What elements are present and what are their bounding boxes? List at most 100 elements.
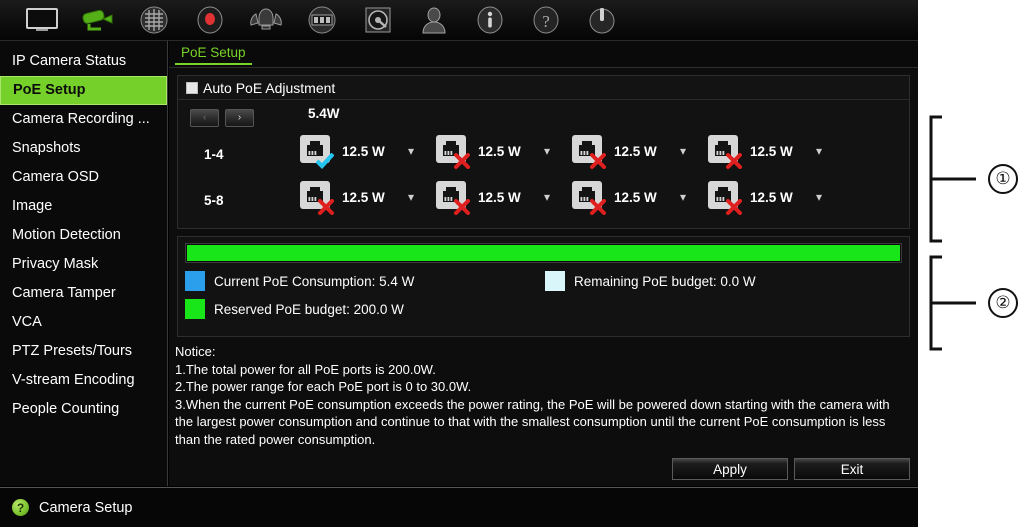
prev-page-button[interactable]: ‹ [190,109,219,127]
poe-port-disconnected-icon[interactable] [300,181,334,215]
sidebar-item-image[interactable]: Image [0,192,167,221]
legend-reserved-budget: Reserved PoE budget: 200.0 W [185,299,545,319]
settings-sidebar: IP Camera Status PoE Setup Camera Record… [0,41,168,486]
cross-mark-icon [590,199,606,215]
next-page-button[interactable]: › [225,109,254,127]
poe-ports-body: ‹ › 1-4 5-8 5.4W 12.5 W ▾ 12.5 W ▾ 12.5 … [178,100,909,228]
port-cell-6: 12.5 W ▾ [436,181,572,215]
status-bar: ? Camera Setup [0,487,918,527]
port-power-value-8: 12.5 W [750,189,793,205]
notice-block: Notice: 1.The total power for all PoE po… [169,337,918,448]
recording-icon[interactable] [182,0,238,41]
sidebar-item-motion-detection[interactable]: Motion Detection [0,221,167,250]
chevron-left-icon: ‹ [202,112,207,123]
tab-bar: PoE Setup [169,41,918,68]
content-area: PoE Setup Auto PoE Adjustment ‹ › 1-4 5-… [169,41,918,486]
chevron-down-icon[interactable]: ▾ [408,191,414,203]
exit-button[interactable]: Exit [794,458,910,480]
user-icon[interactable] [406,0,462,41]
auto-poe-adjustment-checkbox[interactable] [186,81,198,94]
annotation-number-2: ② [988,288,1018,318]
power-icon[interactable] [574,0,630,41]
tab-poe-setup[interactable]: PoE Setup [175,41,252,65]
sidebar-item-camera-osd[interactable]: Camera OSD [0,163,167,192]
port-page-nav: ‹ › [190,109,254,127]
cross-mark-icon [726,199,742,215]
help-icon[interactable]: ? [518,0,574,41]
chevron-right-icon: › [237,112,242,123]
chevron-down-icon[interactable]: ▾ [816,145,822,157]
port-row-1-4: 12.5 W ▾ 12.5 W ▾ 12.5 W ▾ 12.5 W ▾ [300,128,844,174]
poe-port-disconnected-icon[interactable] [436,135,470,169]
legend-label-current: Current PoE Consumption: 5.4 W [214,273,415,289]
poe-ports-panel: Auto PoE Adjustment ‹ › 1-4 5-8 5.4W 12.… [177,75,910,229]
auto-poe-adjustment-label: Auto PoE Adjustment [203,79,336,96]
port-range-label-1-4: 1-4 [204,147,224,162]
apply-button[interactable]: Apply [672,458,788,480]
poe-budget-legend: Current PoE Consumption: 5.4 W Remaining… [178,263,909,336]
poe-port-disconnected-icon[interactable] [572,135,606,169]
sidebar-item-vca[interactable]: VCA [0,308,167,337]
poe-port-disconnected-icon[interactable] [708,181,742,215]
annotation-bracket-1 [929,115,976,243]
chevron-down-icon[interactable]: ▾ [816,191,822,203]
port-power-value-7: 12.5 W [614,189,657,205]
poe-port-connected-icon[interactable] [300,135,334,169]
nvr-application-window: ? IP Camera Status PoE Setup Camera Reco… [0,0,918,527]
port-grid: 12.5 W ▾ 12.5 W ▾ 12.5 W ▾ 12.5 W ▾ 12.5… [300,128,844,220]
port-cell-7: 12.5 W ▾ [572,181,708,215]
chevron-down-icon[interactable]: ▾ [544,145,550,157]
port-cell-8: 12.5 W ▾ [708,181,844,215]
live-view-icon[interactable] [14,0,70,41]
sidebar-item-ip-camera-status[interactable]: IP Camera Status [0,47,167,76]
info-icon[interactable] [462,0,518,41]
playback-icon[interactable] [294,0,350,41]
sidebar-item-privacy-mask[interactable]: Privacy Mask [0,250,167,279]
legend-current-consumption: Current PoE Consumption: 5.4 W [185,271,545,291]
notice-line-3: 3.When the current PoE consumption excee… [175,396,890,447]
annotation-bracket-2 [929,255,976,351]
sidebar-item-camera-tamper[interactable]: Camera Tamper [0,279,167,308]
poe-port-disconnected-icon[interactable] [436,181,470,215]
cross-mark-icon [454,199,470,215]
sidebar-item-people-counting[interactable]: People Counting [0,395,167,424]
chevron-down-icon[interactable]: ▾ [680,191,686,203]
sidebar-item-poe-setup[interactable]: PoE Setup [0,76,167,105]
port-range-label-5-8: 5-8 [204,193,224,208]
chevron-down-icon[interactable]: ▾ [680,145,686,157]
annotation-number-1: ① [988,164,1018,194]
svg-text:?: ? [542,12,550,31]
cross-mark-icon [318,199,334,215]
sidebar-item-snapshots[interactable]: Snapshots [0,134,167,163]
port-power-value-2: 12.5 W [478,143,521,159]
legend-swatch-remaining [545,271,565,291]
hdd-icon[interactable] [350,0,406,41]
status-bar-label: Camera Setup [39,499,133,516]
network-settings-icon[interactable] [126,0,182,41]
main-toolbar: ? [0,0,918,41]
action-button-bar: Apply Exit [169,458,918,480]
port-power-value-3: 12.5 W [614,143,657,159]
port-power-value-1: 12.5 W [342,143,385,159]
port-power-value-6: 12.5 W [478,189,521,205]
poe-budget-panel: Current PoE Consumption: 5.4 W Remaining… [177,236,910,337]
poe-port-disconnected-icon[interactable] [708,135,742,169]
sidebar-item-ptz-presets-tours[interactable]: PTZ Presets/Tours [0,337,167,366]
poe-budget-bar [185,243,902,263]
camera-setup-icon[interactable] [70,0,126,41]
port-power-value-5: 12.5 W [342,189,385,205]
poe-port-disconnected-icon[interactable] [572,181,606,215]
help-status-icon: ? [12,499,29,516]
cross-mark-icon [454,153,470,169]
legend-swatch-reserved [185,299,205,319]
notice-line-2: 2.The power range for each PoE port is 0… [175,379,472,394]
sidebar-item-camera-recording[interactable]: Camera Recording ... [0,105,167,134]
chevron-down-icon[interactable]: ▾ [544,191,550,203]
chevron-down-icon[interactable]: ▾ [408,145,414,157]
total-consumption-label: 5.4W [308,106,340,121]
notice-title: Notice: [175,344,216,359]
port-cell-3: 12.5 W ▾ [572,135,708,169]
alarm-icon[interactable] [238,0,294,41]
port-cell-5: 12.5 W ▾ [300,181,436,215]
sidebar-item-v-stream-encoding[interactable]: V-stream Encoding [0,366,167,395]
